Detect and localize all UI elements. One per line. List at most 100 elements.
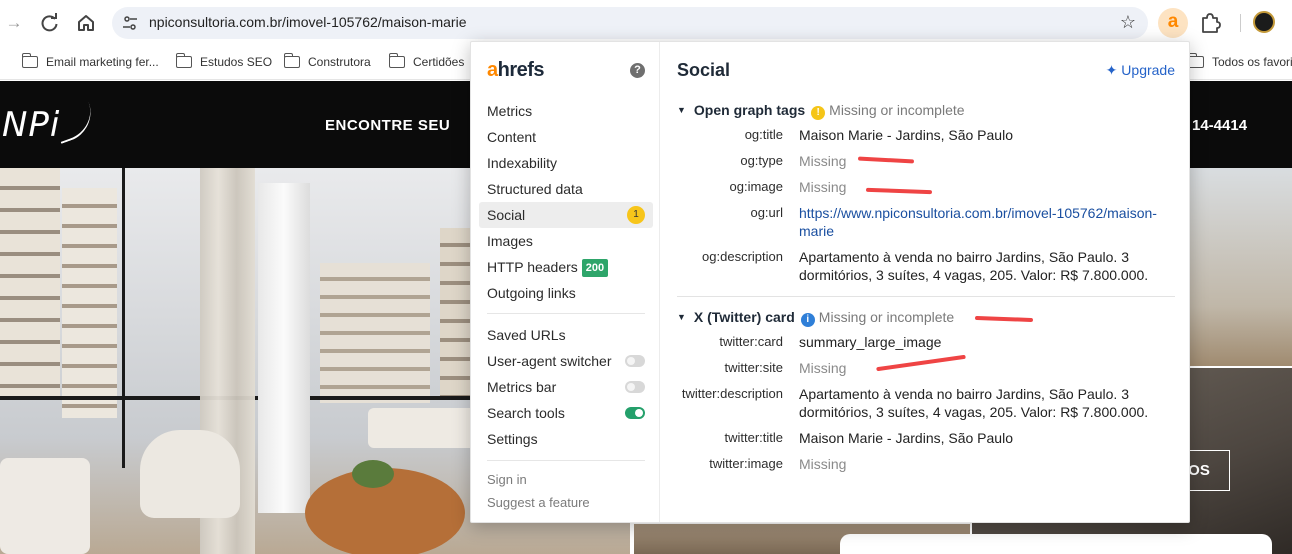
og-title-value: Maison Marie - Jardins, São Paulo	[799, 127, 1013, 143]
menu-item-metrics-bar[interactable]: Metrics bar	[479, 374, 653, 400]
building-center	[320, 263, 430, 403]
toolbar-divider	[1240, 14, 1241, 32]
site-nav-link[interactable]: ENCONTRE SEU	[325, 117, 450, 134]
ahrefs-sidebar: ahrefs ? Metrics Content Indexability St…	[471, 42, 660, 522]
armchair	[140, 430, 240, 518]
menu-item-settings[interactable]: Settings	[479, 426, 653, 452]
menu-item-metrics[interactable]: Metrics	[479, 98, 653, 124]
og-section-status: Missing or incomplete	[829, 102, 965, 118]
search-tools-toggle[interactable]	[625, 407, 645, 419]
screen: { "browser": { "url": "npiconsultoria.co…	[0, 0, 1292, 554]
user-agent-toggle[interactable]	[625, 355, 645, 367]
folder-icon	[388, 53, 405, 68]
twitter-title-label: twitter:title	[724, 430, 783, 445]
building-left	[0, 168, 60, 398]
menu-item-search-tools[interactable]: Search tools	[479, 400, 653, 426]
address-bar[interactable]: npiconsultoria.com.br/imovel-105762/mais…	[112, 7, 1148, 39]
og-description-value: Apartamento à venda no bairro Jardins, S…	[799, 249, 1149, 283]
forward-icon[interactable]: →	[2, 11, 26, 35]
metrics-bar-toggle[interactable]	[625, 381, 645, 393]
menu-item-user-agent-switcher[interactable]: User-agent switcher	[479, 348, 653, 374]
bookmark-label: Estudos SEO	[200, 55, 273, 69]
og-url-link[interactable]: https://www.npiconsultoria.com.br/imovel…	[799, 204, 1161, 240]
ahrefs-logo-a: a	[487, 59, 498, 81]
status-code-badge: 200	[581, 259, 609, 277]
site-logo[interactable]: NPi	[2, 105, 60, 145]
upgrade-label: Upgrade	[1121, 62, 1175, 78]
help-icon[interactable]: ?	[630, 63, 645, 78]
menu-item-http-headers[interactable]: HTTP headers 200	[479, 254, 653, 280]
panel-title: Social	[677, 60, 731, 80]
suggest-feature-link[interactable]: Suggest a feature	[487, 495, 590, 510]
url-text[interactable]: npiconsultoria.com.br/imovel-105762/mais…	[149, 14, 466, 30]
menu-item-structured-data[interactable]: Structured data	[479, 176, 653, 202]
menu-item-content[interactable]: Content	[479, 124, 653, 150]
bookmark-label: Todos os favori	[1212, 55, 1292, 69]
twitter-section-title: X (Twitter) card	[693, 309, 795, 325]
menu-divider	[487, 460, 645, 461]
plant	[352, 460, 394, 488]
menu-item-images[interactable]: Images	[479, 228, 653, 254]
ahrefs-popup: ahrefs ? Metrics Content Indexability St…	[470, 41, 1190, 523]
site-info-icon[interactable]	[122, 15, 138, 31]
bookmark-label: Construtora	[308, 55, 371, 69]
property-photo-2[interactable]	[1190, 168, 1292, 366]
menu-label: Metrics bar	[487, 379, 557, 395]
og-url-label: og:url	[750, 205, 783, 220]
sofa	[0, 458, 90, 554]
menu-item-indexability[interactable]: Indexability	[479, 150, 653, 176]
bookmark-folder[interactable]: Construtora	[283, 52, 371, 72]
bookmark-folder-all[interactable]: Todos os favori	[1187, 52, 1292, 72]
browser-toolbar: → npiconsultoria.com.br/imovel-105762/ma…	[0, 0, 1292, 46]
menu-label: Social	[487, 207, 526, 223]
og-type-label: og:type	[740, 153, 783, 168]
twitter-section-header[interactable]: ▼ X (Twitter) card i Missing or incomplete	[677, 309, 954, 327]
building-left-2	[62, 188, 117, 418]
bookmark-label: Email marketing fer...	[46, 55, 159, 69]
sign-in-link[interactable]: Sign in	[487, 472, 527, 487]
twitter-section-status: Missing or incomplete	[818, 309, 955, 325]
twitter-image-value: Missing	[799, 456, 847, 472]
menu-label: User-agent switcher	[487, 353, 612, 369]
menu-label: Metrics	[487, 103, 533, 119]
bookmark-folder[interactable]: Certidões	[388, 52, 465, 72]
bookmark-label: Certidões	[413, 55, 465, 69]
ahrefs-extension-icon[interactable]: a	[1158, 8, 1188, 38]
menu-item-saved-urls[interactable]: Saved URLs	[479, 322, 653, 348]
social-issue-badge: 1	[627, 206, 645, 224]
reload-icon[interactable]	[38, 11, 62, 35]
profile-avatar[interactable]	[1253, 11, 1275, 33]
extensions-puzzle-icon[interactable]	[1198, 11, 1222, 35]
ahrefs-main-panel: Social ✦ Upgrade ▼ Open graph tags! Missing…	[661, 42, 1191, 522]
og-title-label: og:title	[744, 127, 783, 142]
menu-label: Outgoing links	[487, 285, 576, 301]
menu-label: Saved URLs	[487, 327, 566, 343]
bookmark-folder[interactable]: Estudos SEO	[175, 52, 273, 72]
upgrade-button[interactable]: ✦ Upgrade	[1106, 62, 1175, 79]
twitter-image-label: twitter:image	[709, 456, 783, 471]
menu-item-social[interactable]: Social 1	[479, 202, 653, 228]
sparkle-icon: ✦	[1105, 62, 1118, 78]
bookmark-star-icon[interactable]: ☆	[1120, 12, 1136, 33]
menu-label: Indexability	[487, 155, 558, 171]
folder-icon	[283, 53, 300, 68]
og-image-label: og:image	[729, 179, 783, 194]
warning-icon: !	[811, 106, 826, 120]
site-card	[840, 534, 1272, 554]
folder-icon	[175, 53, 192, 68]
column	[258, 183, 310, 513]
home-icon[interactable]	[74, 11, 98, 35]
section-divider	[677, 296, 1175, 297]
bookmark-folder[interactable]: Email marketing fer...	[21, 52, 159, 72]
caret-down-icon: ▼	[677, 312, 686, 322]
ahrefs-logo[interactable]: ahrefs	[487, 59, 545, 82]
twitter-site-label: twitter:site	[724, 360, 783, 375]
og-section-header[interactable]: ▼ Open graph tags! Missing or incomplete	[677, 102, 965, 120]
menu-label: Content	[487, 129, 537, 145]
og-description-label: og:description	[702, 249, 783, 264]
info-icon: i	[800, 313, 815, 327]
site-phone[interactable]: 14-4414	[1192, 117, 1247, 134]
menu-label: Structured data	[487, 181, 583, 197]
menu-label: HTTP headers	[487, 259, 578, 275]
menu-item-outgoing-links[interactable]: Outgoing links	[479, 280, 653, 306]
